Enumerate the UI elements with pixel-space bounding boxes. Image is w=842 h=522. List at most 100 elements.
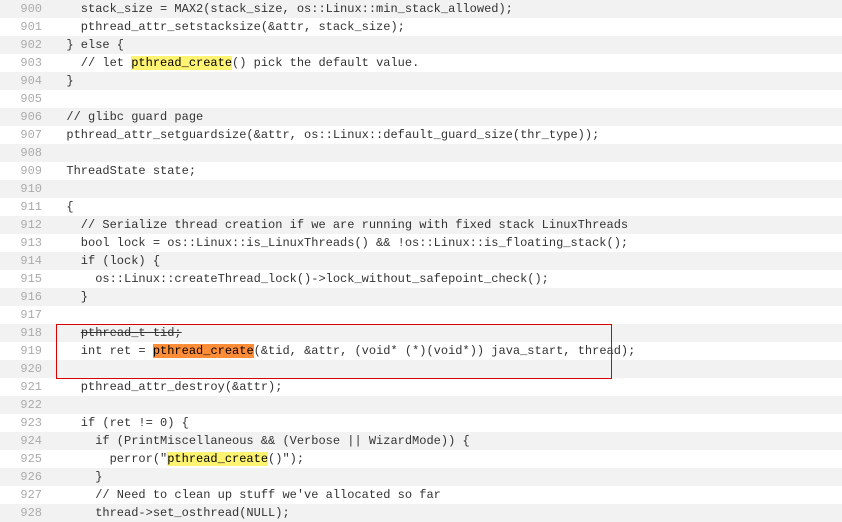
code-line: 920 [0, 360, 842, 378]
code-segment: os::Linux::createThread_lock()->lock_wit… [52, 272, 549, 286]
line-number: 908 [0, 144, 50, 162]
line-number: 927 [0, 486, 50, 504]
code-segment: thread->set_osthread(NULL); [52, 506, 290, 520]
code-segment: pthread_create [131, 56, 232, 70]
line-number: 914 [0, 252, 50, 270]
line-number: 912 [0, 216, 50, 234]
code-content: } [50, 468, 102, 486]
code-line: 907 pthread_attr_setguardsize(&attr, os:… [0, 126, 842, 144]
code-line: 912 // Serialize thread creation if we a… [0, 216, 842, 234]
line-number: 916 [0, 288, 50, 306]
code-segment: bool lock = os::Linux::is_LinuxThreads()… [52, 236, 628, 250]
line-number: 911 [0, 198, 50, 216]
code-line: 904 } [0, 72, 842, 90]
code-content: stack_size = MAX2(stack_size, os::Linux:… [50, 0, 513, 18]
code-container: 900 stack_size = MAX2(stack_size, os::Li… [0, 0, 842, 522]
code-line: 901 pthread_attr_setstacksize(&attr, sta… [0, 18, 842, 36]
code-segment: (&tid, &attr, (void* (*)(void*)) java_st… [254, 344, 636, 358]
code-line: 925 perror("pthread_create()"); [0, 450, 842, 468]
code-segment: pthread_attr_destroy(&attr); [52, 380, 282, 394]
code-segment [52, 326, 81, 340]
code-content: int ret = pthread_create(&tid, &attr, (v… [50, 342, 635, 360]
code-segment: ThreadState state; [52, 164, 196, 178]
code-line: 916 } [0, 288, 842, 306]
code-line: 918 pthread_t tid; [0, 324, 842, 342]
code-line: 902 } else { [0, 36, 842, 54]
line-number: 926 [0, 468, 50, 486]
line-number: 917 [0, 306, 50, 324]
code-content: // let pthread_create() pick the default… [50, 54, 419, 72]
line-number: 913 [0, 234, 50, 252]
code-content: { [50, 198, 74, 216]
line-number: 921 [0, 378, 50, 396]
code-content: } [50, 288, 88, 306]
line-number: 901 [0, 18, 50, 36]
code-content: pthread_attr_setstacksize(&attr, stack_s… [50, 18, 405, 36]
code-line: 906 // glibc guard page [0, 108, 842, 126]
code-line: 911 { [0, 198, 842, 216]
code-segment: // Need to clean up stuff we've allocate… [52, 488, 441, 502]
code-content: if (ret != 0) { [50, 414, 189, 432]
line-number: 902 [0, 36, 50, 54]
code-segment: ()"); [268, 452, 304, 466]
line-number: 922 [0, 396, 50, 414]
code-segment: if (lock) { [52, 254, 160, 268]
line-number: 906 [0, 108, 50, 126]
code-line: 923 if (ret != 0) { [0, 414, 842, 432]
code-segment: // glibc guard page [52, 110, 203, 124]
line-number: 905 [0, 90, 50, 108]
code-content: os::Linux::createThread_lock()->lock_wit… [50, 270, 549, 288]
line-number: 909 [0, 162, 50, 180]
code-line: 928 thread->set_osthread(NULL); [0, 504, 842, 522]
code-segment: if (PrintMiscellaneous && (Verbose || Wi… [52, 434, 470, 448]
code-segment: pthread_attr_setstacksize(&attr, stack_s… [52, 20, 405, 34]
code-segment: // let [52, 56, 131, 70]
code-segment: if (ret != 0) { [52, 416, 189, 430]
code-content: // Serialize thread creation if we are r… [50, 216, 628, 234]
code-segment: pthread_t tid; [81, 326, 182, 340]
code-content: if (lock) { [50, 252, 160, 270]
code-line: 910 [0, 180, 842, 198]
code-line: 922 [0, 396, 842, 414]
line-number: 910 [0, 180, 50, 198]
code-line: 909 ThreadState state; [0, 162, 842, 180]
code-content: } [50, 72, 74, 90]
code-content: pthread_attr_setguardsize(&attr, os::Lin… [50, 126, 599, 144]
code-content: pthread_attr_destroy(&attr); [50, 378, 282, 396]
line-number: 907 [0, 126, 50, 144]
code-segment: } [52, 74, 74, 88]
line-number: 919 [0, 342, 50, 360]
code-line: 927 // Need to clean up stuff we've allo… [0, 486, 842, 504]
code-line: 905 [0, 90, 842, 108]
line-number: 928 [0, 504, 50, 522]
code-line: 914 if (lock) { [0, 252, 842, 270]
line-number: 925 [0, 450, 50, 468]
code-segment: perror(" [52, 452, 167, 466]
code-line: 919 int ret = pthread_create(&tid, &attr… [0, 342, 842, 360]
line-number: 920 [0, 360, 50, 378]
code-line: 900 stack_size = MAX2(stack_size, os::Li… [0, 0, 842, 18]
code-segment: pthread_create [153, 344, 254, 358]
line-number: 900 [0, 0, 50, 18]
line-number: 903 [0, 54, 50, 72]
code-content: ThreadState state; [50, 162, 196, 180]
code-segment: // Serialize thread creation if we are r… [52, 218, 628, 232]
code-segment: pthread_create [167, 452, 268, 466]
code-segment: } else { [52, 38, 124, 52]
code-line: 913 bool lock = os::Linux::is_LinuxThrea… [0, 234, 842, 252]
code-segment: () pick the default value. [232, 56, 419, 70]
code-content: if (PrintMiscellaneous && (Verbose || Wi… [50, 432, 470, 450]
code-line: 903 // let pthread_create() pick the def… [0, 54, 842, 72]
code-segment: } [52, 290, 88, 304]
code-line: 915 os::Linux::createThread_lock()->lock… [0, 270, 842, 288]
code-content: perror("pthread_create()"); [50, 450, 304, 468]
line-number: 918 [0, 324, 50, 342]
code-content: thread->set_osthread(NULL); [50, 504, 290, 522]
line-number: 915 [0, 270, 50, 288]
code-line: 908 [0, 144, 842, 162]
code-segment: stack_size = MAX2(stack_size, os::Linux:… [52, 2, 513, 16]
line-number: 923 [0, 414, 50, 432]
code-line: 926 } [0, 468, 842, 486]
code-segment: } [52, 470, 102, 484]
code-segment: int ret = [52, 344, 153, 358]
